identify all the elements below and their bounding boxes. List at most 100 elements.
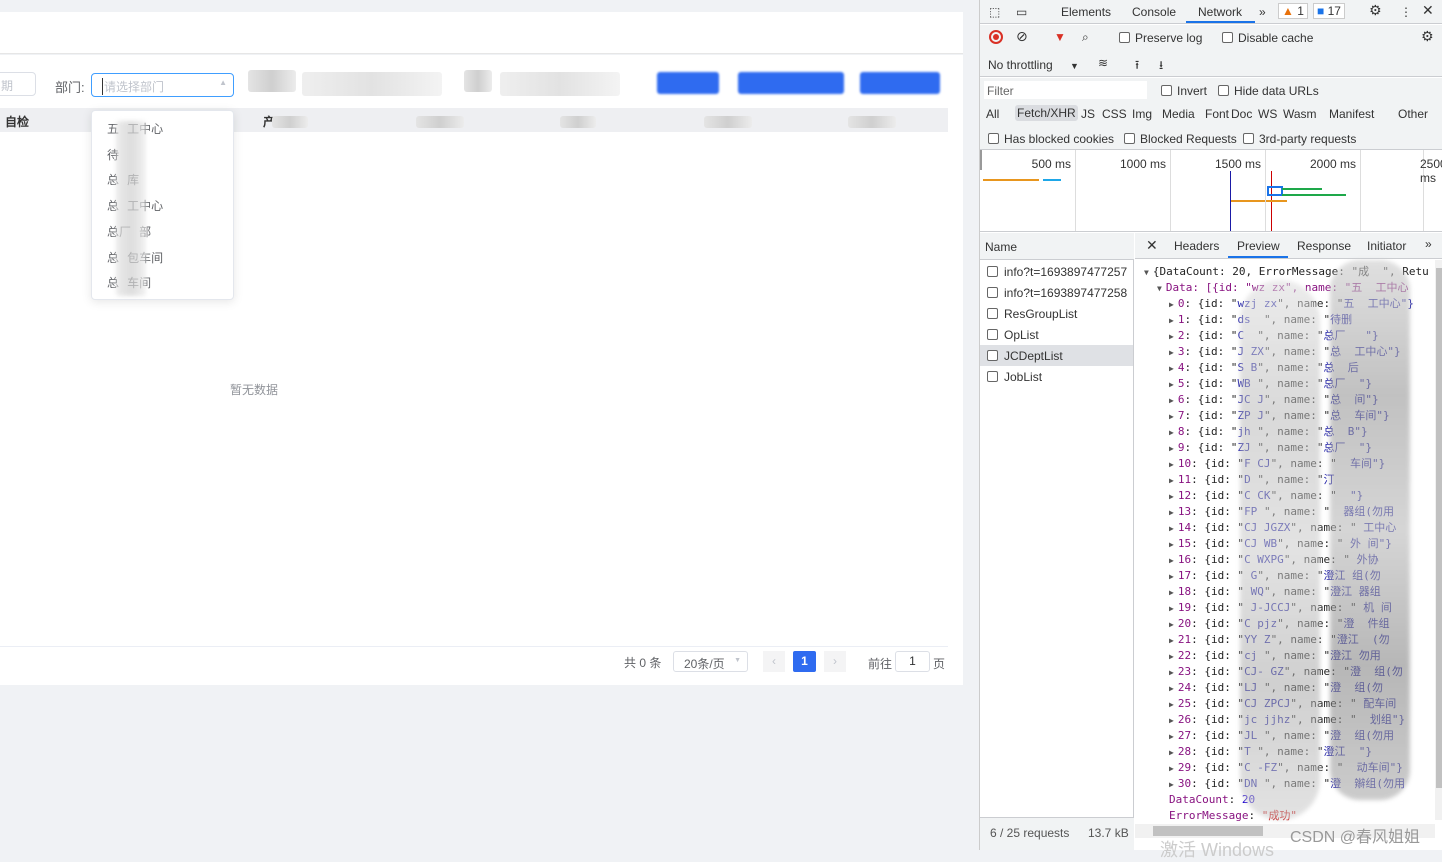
warnings-badge[interactable]: ▲ 1: [1278, 3, 1308, 19]
index: 12: [1177, 489, 1192, 502]
tab-elements[interactable]: Elements: [1061, 5, 1111, 19]
index: 20: [1177, 617, 1192, 630]
type-filter-wasm[interactable]: Wasm: [1283, 107, 1317, 121]
row-checkbox[interactable]: [987, 371, 998, 382]
third-party-checkbox[interactable]: 3rd-party requests: [1243, 132, 1356, 146]
timeline-tick: 1500 ms: [1214, 157, 1261, 171]
windows-watermark: 激活 Windows: [1160, 840, 1275, 860]
search-button[interactable]: [657, 72, 719, 94]
type-filter-font[interactable]: Font: [1205, 107, 1229, 121]
index: 30: [1177, 777, 1192, 790]
preserve-log-checkbox[interactable]: Preserve log: [1119, 31, 1202, 45]
record-icon[interactable]: [989, 30, 1003, 44]
index: 15: [1177, 537, 1192, 550]
blocked-cookies-checkbox[interactable]: Has blocked cookies: [988, 132, 1114, 146]
settings-icon[interactable]: ⚙: [1369, 2, 1382, 19]
throttle-toolbar: No throttling ▼ ≋ ⭱ ⭳: [980, 51, 1442, 77]
redaction-blur: [116, 121, 146, 296]
tab-preview[interactable]: Preview: [1237, 239, 1280, 253]
messages-badge[interactable]: ■ 17: [1313, 3, 1345, 19]
row-checkbox[interactable]: [987, 350, 998, 361]
import-har-icon[interactable]: ⭱: [1135, 56, 1139, 77]
clear-icon[interactable]: ⊘: [1016, 28, 1028, 45]
chevron-up-icon: ▲: [219, 78, 227, 87]
index: 14: [1177, 521, 1192, 534]
export-button[interactable]: [860, 72, 940, 94]
throttling-select[interactable]: No throttling ▼: [988, 58, 1079, 72]
request-row[interactable]: info?t=1693897477257: [980, 261, 1133, 282]
network-settings-icon[interactable]: ⚙: [1421, 28, 1434, 45]
export-har-icon[interactable]: ⭳: [1159, 56, 1163, 77]
page-size-value: 20条/页: [684, 657, 725, 671]
date-input[interactable]: 期: [0, 72, 36, 96]
hide-data-urls-label: Hide data URLs: [1234, 84, 1319, 98]
index: 19: [1177, 601, 1192, 614]
blurred-input[interactable]: [500, 72, 620, 96]
more-options-icon[interactable]: ⋮: [1400, 5, 1412, 19]
invert-checkbox[interactable]: Invert: [1161, 84, 1207, 98]
filter-placeholder: Filter: [987, 84, 1014, 98]
request-row[interactable]: JCDeptList: [980, 345, 1133, 366]
tab-headers[interactable]: Headers: [1174, 239, 1219, 253]
disable-cache-checkbox[interactable]: Disable cache: [1222, 31, 1313, 45]
request-row[interactable]: OpList: [980, 324, 1133, 345]
throttling-value: No throttling: [988, 58, 1053, 72]
prev-page-button[interactable]: ‹: [763, 651, 785, 672]
action-button[interactable]: [738, 72, 844, 94]
type-filter-css[interactable]: CSS: [1102, 107, 1127, 121]
request-row[interactable]: info?t=1693897477258: [980, 282, 1133, 303]
tab-response[interactable]: Response: [1297, 239, 1351, 253]
type-filter-manifest[interactable]: Manifest: [1329, 107, 1374, 121]
index: 24: [1177, 681, 1192, 694]
row-checkbox[interactable]: [987, 308, 998, 319]
type-filter-fetchxhr[interactable]: Fetch/XHR: [1015, 105, 1078, 121]
row-checkbox[interactable]: [987, 266, 998, 277]
device-toolbar-icon[interactable]: ▭: [1016, 5, 1027, 19]
row-checkbox[interactable]: [987, 287, 998, 298]
page-size-select[interactable]: 20条/页 ▼: [673, 651, 748, 672]
hide-data-urls-checkbox[interactable]: Hide data URLs: [1218, 84, 1319, 98]
type-filter-other[interactable]: Other: [1398, 107, 1428, 121]
index: 0: [1177, 297, 1185, 310]
inspect-icon[interactable]: ⬚: [989, 5, 1000, 19]
blurred-input[interactable]: [302, 72, 442, 96]
preview-scrollbar[interactable]: [1435, 260, 1442, 820]
type-filter-ws[interactable]: WS: [1258, 107, 1277, 121]
index: 5: [1177, 377, 1185, 390]
type-filter-media[interactable]: Media: [1162, 107, 1195, 121]
type-filter-all[interactable]: All: [986, 107, 999, 121]
search-icon[interactable]: ⌕: [1082, 30, 1089, 45]
goto-page-input[interactable]: 1: [895, 651, 930, 672]
blocked-requests-checkbox[interactable]: Blocked Requests: [1124, 132, 1237, 146]
close-icon[interactable]: ✕: [1422, 2, 1434, 19]
index: 25: [1177, 697, 1192, 710]
network-conditions-icon[interactable]: ≋: [1098, 56, 1108, 70]
dept-select[interactable]: 请选择部门 ▲: [91, 73, 234, 97]
filter-input[interactable]: Filter: [984, 81, 1147, 99]
tab-initiator[interactable]: Initiator: [1367, 239, 1406, 253]
blurred-header: [272, 116, 308, 128]
blurred-header: [848, 116, 896, 128]
tab-console[interactable]: Console: [1132, 5, 1176, 19]
timing-bar: [1231, 200, 1287, 202]
index: 22: [1177, 649, 1192, 662]
row-checkbox[interactable]: [987, 329, 998, 340]
active-tab-indicator: [1186, 21, 1255, 23]
page-1-button[interactable]: 1: [793, 651, 816, 672]
message-icon: ■: [1317, 4, 1325, 18]
type-filter-js[interactable]: JS: [1081, 107, 1095, 121]
close-detail-icon[interactable]: ✕: [1146, 237, 1158, 254]
index: 16: [1177, 553, 1192, 566]
timeline-tick: 500 ms: [1031, 157, 1071, 171]
more-tabs-icon[interactable]: »: [1259, 5, 1266, 19]
next-page-button[interactable]: ›: [824, 651, 846, 672]
filter-icon[interactable]: ▼: [1054, 30, 1066, 44]
tab-network[interactable]: Network: [1198, 5, 1242, 19]
type-filter-img[interactable]: Img: [1132, 107, 1152, 121]
more-detail-tabs-icon[interactable]: »: [1425, 237, 1432, 251]
timing-bar: [983, 179, 1039, 181]
request-row[interactable]: ResGroupList: [980, 303, 1133, 324]
request-row[interactable]: JobList: [980, 366, 1133, 387]
name-column-header[interactable]: Name: [985, 240, 1017, 254]
type-filter-doc[interactable]: Doc: [1231, 107, 1252, 121]
